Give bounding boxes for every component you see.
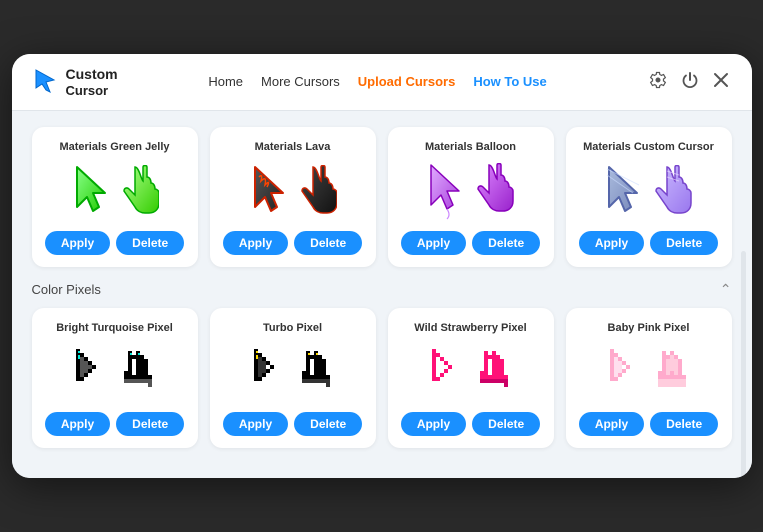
color-pixels-grid: Bright Turquoise Pixel <box>32 308 732 448</box>
apply-custom[interactable]: Apply <box>579 231 644 255</box>
turquoise-hand-icon <box>120 347 158 399</box>
logo: CustomCursor <box>32 66 118 98</box>
cursor-name-green-jelly: Materials Green Jelly <box>59 141 169 153</box>
custom-hand-icon <box>653 165 695 219</box>
card-actions-pink: Apply Delete <box>579 412 718 436</box>
delete-lava[interactable]: Delete <box>294 231 362 255</box>
delete-custom[interactable]: Delete <box>650 231 718 255</box>
content-area: Materials Green Jelly <box>12 111 752 478</box>
delete-turquoise[interactable]: Delete <box>116 412 184 436</box>
gear-icon <box>649 71 667 89</box>
cursor-name-custom: Materials Custom Cursor <box>583 141 714 153</box>
cursor-images-lava <box>249 161 337 223</box>
cursor-images-turquoise <box>72 342 158 404</box>
turbo-hand-icon <box>298 347 336 399</box>
balloon-hand-icon <box>475 163 517 221</box>
close-icon <box>713 72 729 88</box>
pink-hand-icon <box>654 347 692 399</box>
apply-turquoise[interactable]: Apply <box>45 412 110 436</box>
cursor-images-custom <box>603 161 695 223</box>
delete-green-jelly[interactable]: Delete <box>116 231 184 255</box>
card-actions-custom: Apply Delete <box>579 231 718 255</box>
balloon-arrow-icon <box>425 163 469 221</box>
nav-upload-cursors[interactable]: Upload Cursors <box>358 74 456 89</box>
app-window: CustomCursor Home More Cursors Upload Cu… <box>12 54 752 478</box>
settings-button[interactable] <box>647 69 669 95</box>
cursor-name-lava: Materials Lava <box>255 141 331 153</box>
cursor-name-pink: Baby Pink Pixel <box>608 322 690 334</box>
cursor-images-turbo <box>250 342 336 404</box>
power-button[interactable] <box>679 69 701 95</box>
titlebar: CustomCursor Home More Cursors Upload Cu… <box>12 54 752 111</box>
card-actions-lava: Apply Delete <box>223 231 362 255</box>
cursor-card-turquoise: Bright Turquoise Pixel <box>32 308 198 448</box>
card-actions-turbo: Apply Delete <box>223 412 362 436</box>
strawberry-hand-icon <box>476 347 514 399</box>
cursor-card-pink: Baby Pink Pixel <box>566 308 732 448</box>
delete-turbo[interactable]: Delete <box>294 412 362 436</box>
nav-how-to-use[interactable]: How To Use <box>473 74 546 89</box>
cursor-card-turbo: Turbo Pixel <box>210 308 376 448</box>
custom-arrow-icon <box>603 165 647 219</box>
pink-arrow-icon <box>606 347 646 399</box>
color-pixels-title: Color Pixels <box>32 282 101 297</box>
turbo-arrow-icon <box>250 347 290 399</box>
cursor-images-green-jelly <box>71 161 159 223</box>
delete-pink[interactable]: Delete <box>650 412 718 436</box>
power-icon <box>681 71 699 89</box>
cursor-name-strawberry: Wild Strawberry Pixel <box>414 322 526 334</box>
cursor-card-lava: Materials Lava <box>210 127 376 267</box>
apply-balloon[interactable]: Apply <box>401 231 466 255</box>
strawberry-arrow-icon <box>428 347 468 399</box>
nav-home[interactable]: Home <box>208 74 243 89</box>
scrollbar-track[interactable] <box>741 251 746 478</box>
logo-text: CustomCursor <box>66 66 118 98</box>
card-actions-strawberry: Apply Delete <box>401 412 540 436</box>
turquoise-arrow-icon <box>72 347 112 399</box>
close-button[interactable] <box>711 70 731 94</box>
card-actions-green-jelly: Apply Delete <box>45 231 184 255</box>
cursor-images-pink <box>606 342 692 404</box>
card-actions-turquoise: Apply Delete <box>45 412 184 436</box>
materials-grid: Materials Green Jelly <box>32 127 732 267</box>
nav-more-cursors[interactable]: More Cursors <box>261 74 340 89</box>
apply-turbo[interactable]: Apply <box>223 412 288 436</box>
apply-strawberry[interactable]: Apply <box>401 412 466 436</box>
card-actions-balloon: Apply Delete <box>401 231 540 255</box>
apply-pink[interactable]: Apply <box>579 412 644 436</box>
delete-strawberry[interactable]: Delete <box>472 412 540 436</box>
cursor-card-strawberry: Wild Strawberry Pixel <box>388 308 554 448</box>
cursor-card-custom: Materials Custom Cursor <box>566 127 732 267</box>
cursor-card-green-jelly: Materials Green Jelly <box>32 127 198 267</box>
cursor-name-turbo: Turbo Pixel <box>263 322 322 334</box>
lava-hand-icon <box>299 165 337 219</box>
section-collapse-icon[interactable]: ⌃ <box>720 281 732 298</box>
cursor-name-turquoise: Bright Turquoise Pixel <box>56 322 173 334</box>
delete-balloon[interactable]: Delete <box>472 231 540 255</box>
cursor-name-balloon: Materials Balloon <box>425 141 516 153</box>
color-pixels-section-header: Color Pixels ⌃ <box>32 281 732 298</box>
nav: Home More Cursors Upload Cursors How To … <box>208 74 546 89</box>
logo-icon <box>32 68 60 96</box>
cursor-images-balloon <box>425 161 517 223</box>
green-jelly-hand-icon <box>121 165 159 219</box>
cursor-card-balloon: Materials Balloon <box>388 127 554 267</box>
main-content: Materials Green Jelly <box>12 111 752 478</box>
apply-green-jelly[interactable]: Apply <box>45 231 110 255</box>
nav-icons <box>647 69 731 95</box>
apply-lava[interactable]: Apply <box>223 231 288 255</box>
cursor-images-strawberry <box>428 342 514 404</box>
lava-arrow-icon <box>249 165 293 219</box>
green-jelly-arrow-icon <box>71 165 115 219</box>
